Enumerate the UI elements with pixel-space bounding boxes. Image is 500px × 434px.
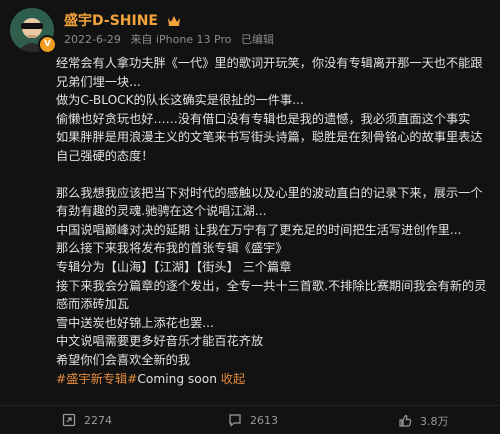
repost-button[interactable]: 2274 <box>62 413 112 427</box>
author-name[interactable]: 盛宇D-SHINE <box>64 10 181 31</box>
paragraph: 希望你们会喜欢全新的我 <box>56 352 191 367</box>
paragraph: 中文说唱需要更多好音乐才能百花齐放 <box>56 334 264 349</box>
post-date: 2022-6-29 <box>64 33 121 46</box>
thumbs-up-icon <box>399 414 412 427</box>
paragraph: 那么我想我应该把当下对时代的感触以及心里的波动直白的记录下来，展示一个有劲有趣的… <box>56 185 483 219</box>
action-bar: 2274 2613 3.8万 <box>0 405 500 434</box>
comment-button[interactable]: 2613 <box>228 413 278 427</box>
collapse-link[interactable]: 收起 <box>221 372 245 386</box>
comment-icon <box>229 414 241 427</box>
post-content: 经常会有人拿功夫胖《一代》里的歌词开玩笑，你没有专辑离开那一天也不能跟兄弟们埋一… <box>56 54 494 388</box>
repost-count: 2274 <box>84 413 112 427</box>
last-line: #盛宇新专辑#Coming soon 收起 <box>56 370 494 389</box>
like-count: 3.8万 <box>420 415 449 428</box>
edited-label: 已编辑 <box>241 33 275 46</box>
like-button[interactable]: 3.8万 <box>398 413 449 429</box>
paragraph: 做为C-BLOCK的队长这确实是很扯的一件事... <box>56 93 304 108</box>
repost-icon <box>62 413 76 427</box>
vip-crown-icon <box>167 15 181 31</box>
paragraph: 中国说唱巅峰对决的延期 让我在万宁有了更充足的时间把生活写进创作里... <box>56 222 462 237</box>
paragraph: 接下来我会分篇章的逐个发出，全专一共十三首歌.不排除比赛期间我会有新的灵感而添砖… <box>56 278 487 312</box>
post-meta: 2022-6-29 来自 iPhone 13 Pro 已编辑 <box>64 31 280 47</box>
weibo-post: V 盛宇D-SHINE 2022-6-29 来自 iPhone 13 Pro 已… <box>0 0 500 433</box>
verified-badge-icon: V <box>38 35 57 54</box>
paragraph: 那么接下来我将发布我的首张专辑《盛宇》 <box>56 241 288 256</box>
post-device: 来自 iPhone 13 Pro <box>130 33 232 46</box>
paragraph: 经常会有人拿功夫胖《一代》里的歌词开玩笑，你没有专辑离开那一天也不能跟兄弟们埋一… <box>56 56 483 89</box>
author-name-text: 盛宇D-SHINE <box>64 13 158 29</box>
paragraph: 如果胖胖是用浪漫主义的文笔来书写街头诗篇，聪胜是在刻骨铭心的故事里表达自己强硬的… <box>56 130 483 163</box>
paragraph: 雪中送炭也好锦上添花也罢... <box>56 315 214 330</box>
paragraph: 专辑分为【山海】【江湖】【街头】 三个篇章 <box>56 259 292 274</box>
hashtag-link[interactable]: #盛宇新专辑# <box>56 372 137 386</box>
paragraph: 偷懒也好贪玩也好……没有借口没有专辑也是我的遗憾，我必须直面这个事实 <box>56 111 471 126</box>
comment-count: 2613 <box>250 413 278 427</box>
coming-soon-text: Coming soon <box>137 371 217 386</box>
